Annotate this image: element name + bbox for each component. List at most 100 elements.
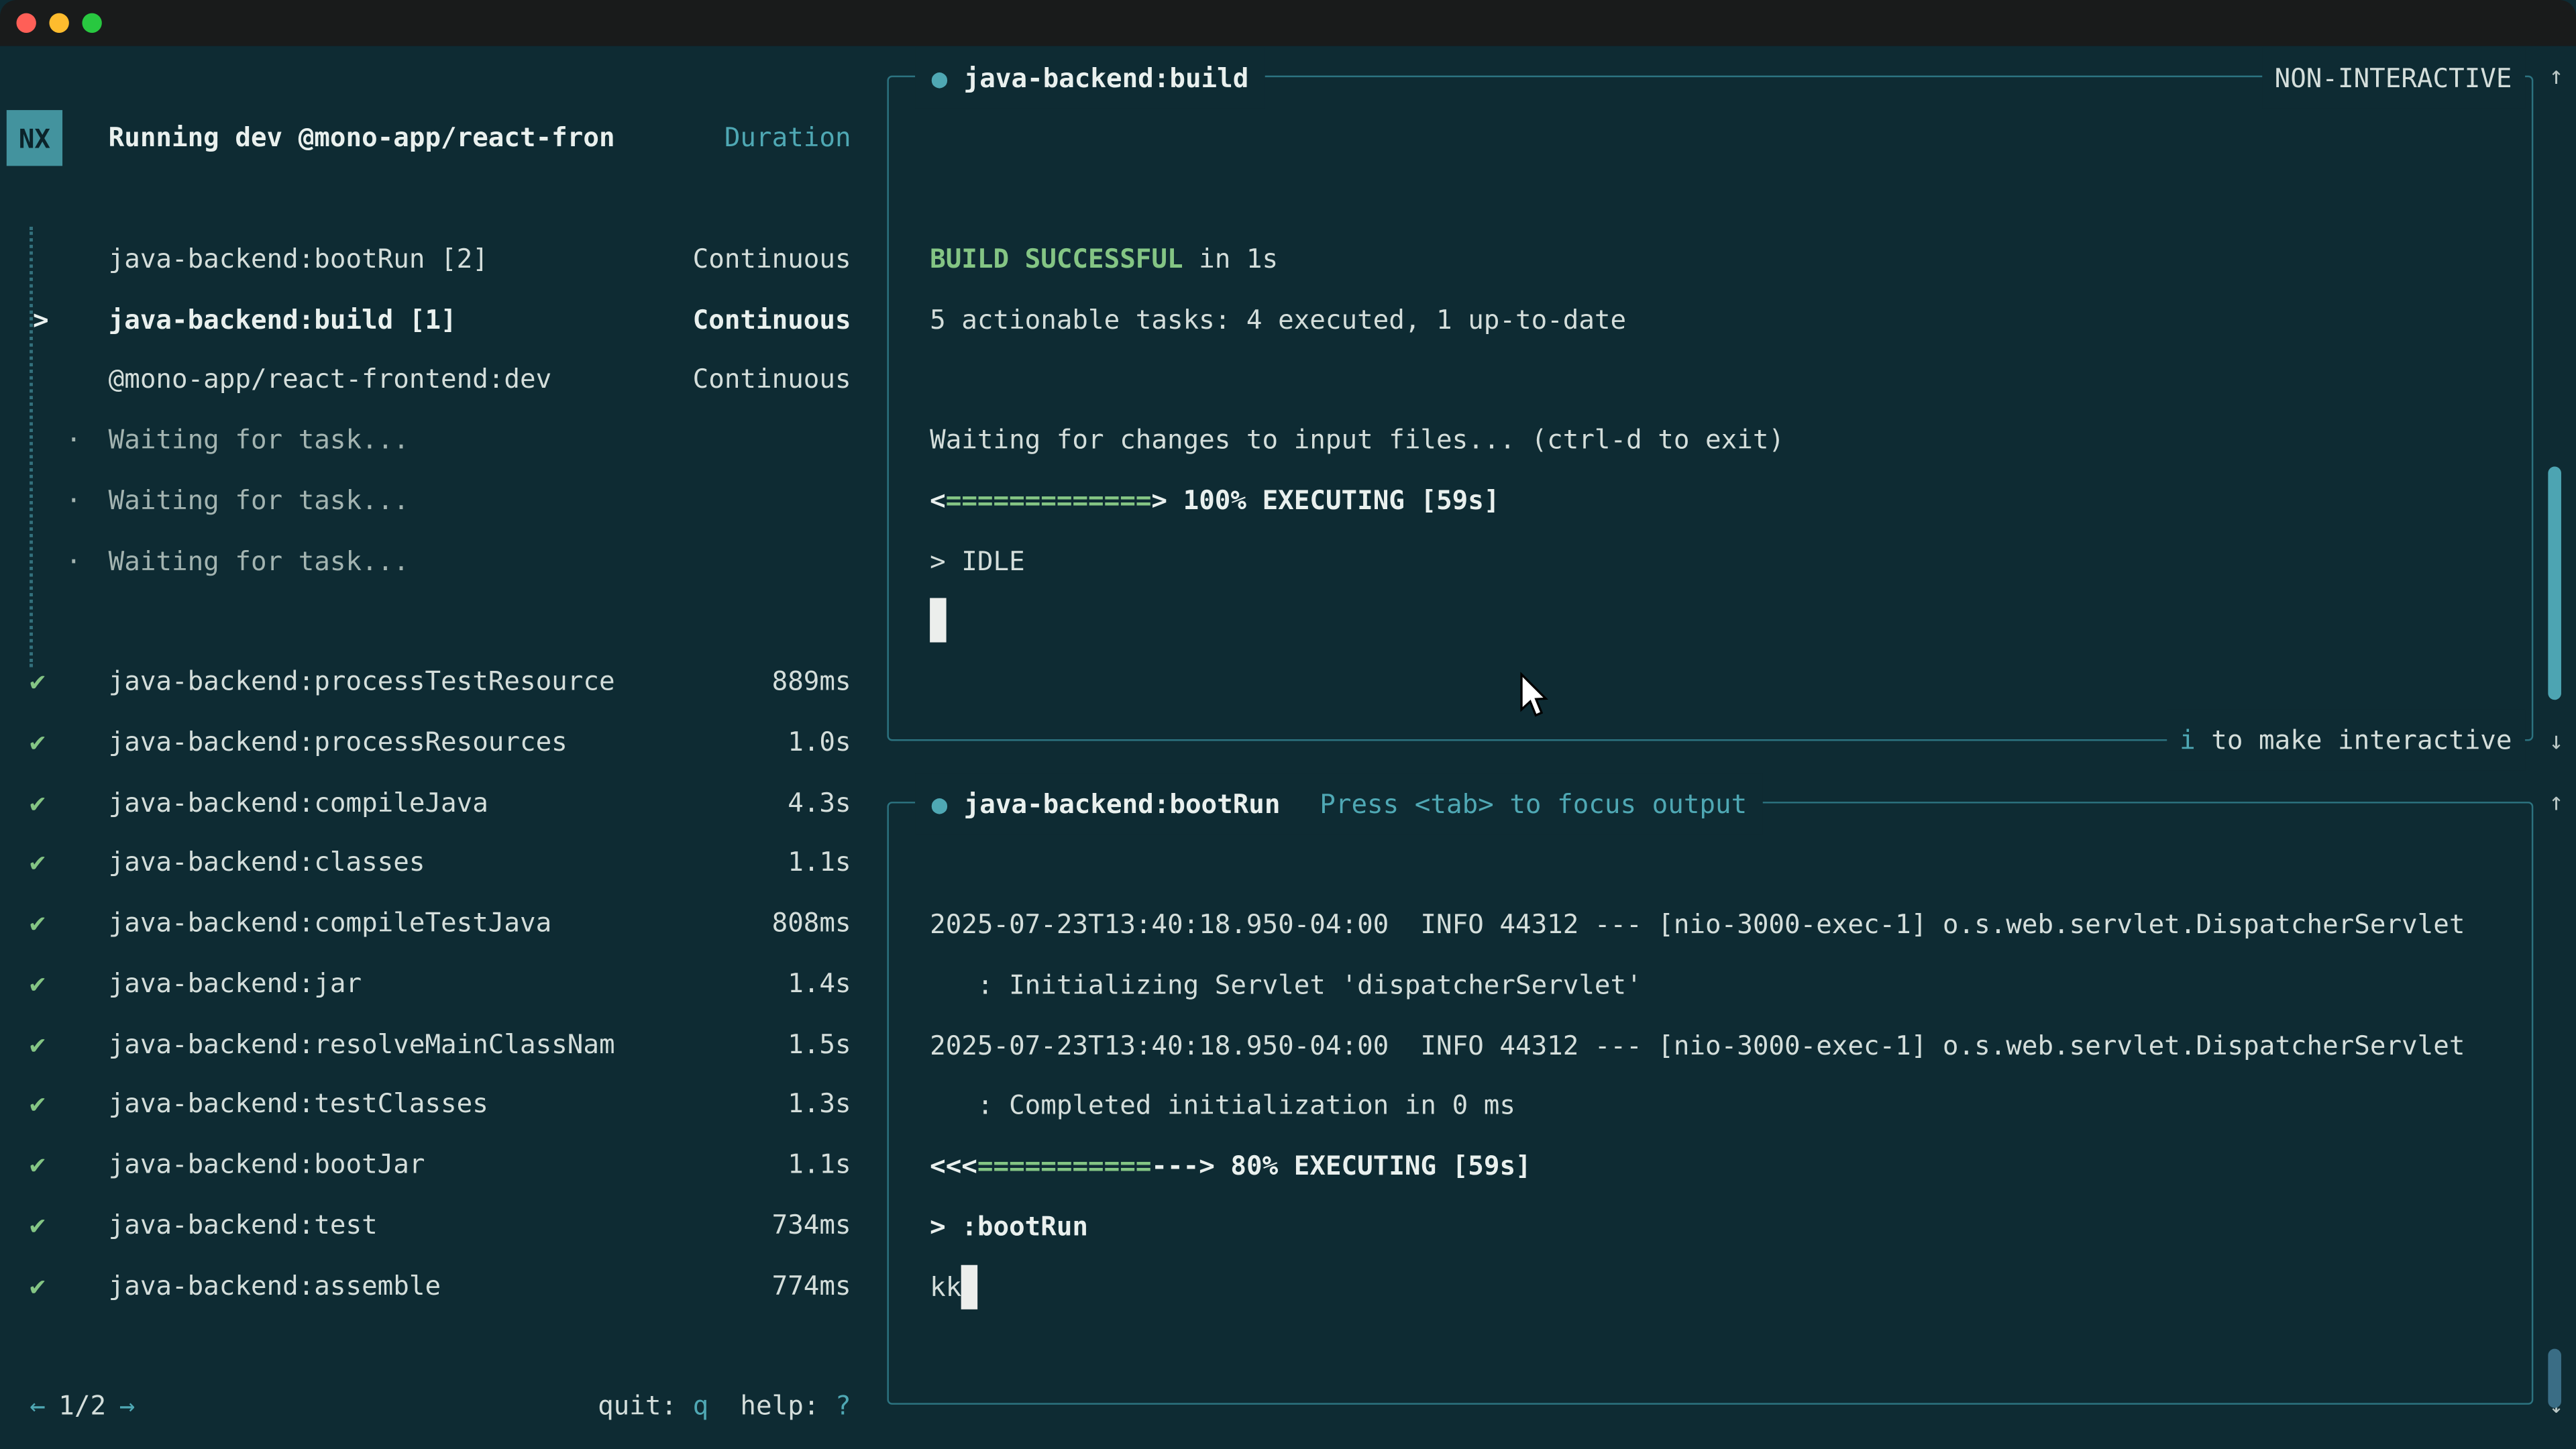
close-button[interactable]: [16, 13, 36, 33]
task-duration: 1.1s: [788, 847, 851, 878]
build-output-panel: ● java-backend:build NON-INTERACTIVE i t…: [887, 76, 2533, 741]
zoom-button[interactable]: [82, 13, 101, 33]
minimize-button[interactable]: [49, 13, 68, 33]
prev-page-arrow-icon[interactable]: ←: [30, 1390, 46, 1421]
scroll-up-icon[interactable]: ↑: [2540, 780, 2573, 823]
task-row-waiting[interactable]: · Waiting for task...: [30, 470, 851, 531]
panel-title-text: java-backend:bootRun: [964, 788, 1281, 819]
task-label: java-backend:bootRun [2]: [109, 243, 488, 274]
gradle-progress-bar: <=============> 100% EXECUTING [59s]: [930, 470, 2491, 530]
cursor-line: [930, 590, 2491, 651]
panel-title-text: java-backend:build: [964, 62, 1249, 93]
task-row-completed[interactable]: ✔ java-backend:testClasses 1.3s: [30, 1074, 851, 1134]
task-row-waiting[interactable]: · Waiting for task...: [30, 531, 851, 591]
check-icon: ✔: [30, 726, 46, 757]
quit-key: q: [693, 1390, 709, 1421]
task-label: java-backend:testClasses: [109, 1088, 488, 1120]
scrollbar-thumb[interactable]: [2548, 467, 2561, 700]
task-row-completed[interactable]: ✔ java-backend:compileJava 4.3s: [30, 772, 851, 833]
log-line: 2025-07-23T13:40:18.950-04:00 INFO 44312…: [930, 894, 2491, 955]
check-icon: ✔: [30, 665, 46, 697]
task-row-completed[interactable]: ✔ java-backend:bootJar 1.1s: [30, 1134, 851, 1195]
task-label: java-backend:classes: [109, 847, 425, 878]
idle-line: > IDLE: [930, 530, 2491, 590]
interactive-hint-key: i: [2180, 724, 2196, 755]
focus-output-hint: Press <tab> to focus output: [1320, 788, 1747, 819]
task-label: Waiting for task...: [109, 545, 409, 576]
task-label: @mono-app/react-frontend:dev: [109, 364, 552, 395]
task-label: java-backend:assemble: [109, 1269, 441, 1301]
next-page-arrow-icon[interactable]: →: [119, 1390, 136, 1421]
task-row-completed[interactable]: ✔ java-backend:resolveMainClassNam 1.5s: [30, 1014, 851, 1074]
input-line[interactable]: kk: [930, 1256, 2491, 1317]
terminal-cursor: [930, 598, 946, 643]
quit-label: quit:: [598, 1390, 693, 1421]
scroll-up-icon[interactable]: ↑: [2540, 54, 2573, 97]
task-label: Waiting for task...: [109, 424, 409, 455]
terminal-window: NX Running dev @mono-app/react-fron Dura…: [0, 0, 2576, 1449]
bootrun-panel-title: ● java-backend:bootRun Press <tab> to fo…: [915, 773, 1764, 834]
task-duration: 1.3s: [788, 1088, 851, 1120]
help-label: help:: [708, 1390, 835, 1421]
task-row-completed[interactable]: ✔ java-backend:compileTestJava 808ms: [30, 893, 851, 953]
task-status: Continuous: [693, 303, 851, 335]
task-duration: 889ms: [772, 665, 851, 697]
task-duration: 734ms: [772, 1209, 851, 1240]
duration-column-header: Duration: [724, 122, 851, 154]
noninteractive-badge: NON-INTERACTIVE: [2261, 47, 2525, 108]
task-label: java-backend:resolveMainClassNam: [109, 1028, 615, 1059]
build-panel-title: ● java-backend:build: [915, 47, 1265, 108]
task-bullet-icon: ●: [932, 62, 948, 93]
task-duration: 1.5s: [788, 1028, 851, 1059]
task-row-completed[interactable]: ✔ java-backend:jar 1.4s: [30, 953, 851, 1014]
window-titlebar: [0, 0, 2576, 46]
interactive-hint-text: to make interactive: [2196, 724, 2512, 755]
check-icon: ✔: [30, 967, 46, 999]
task-row-bootrun[interactable]: java-backend:bootRun [2] Continuous: [30, 229, 851, 289]
check-icon: ✔: [30, 1209, 46, 1240]
task-status: Continuous: [693, 364, 851, 395]
terminal-cursor: [961, 1265, 977, 1309]
task-label: java-backend:compileJava: [109, 786, 488, 818]
progress-fill: ===========: [977, 1150, 1152, 1181]
interactive-hint: i to make interactive: [2166, 709, 2525, 770]
task-status: Continuous: [693, 243, 851, 274]
waiting-bullet-icon: ·: [66, 424, 82, 455]
help-key: ?: [835, 1390, 851, 1421]
task-row-completed[interactable]: ✔ java-backend:test 734ms: [30, 1195, 851, 1255]
task-duration: 1.0s: [788, 726, 851, 757]
task-duration: 774ms: [772, 1269, 851, 1301]
task-list-header: Running dev @mono-app/react-fron Duratio…: [30, 108, 851, 168]
bootrun-task-line: > :bootRun: [930, 1196, 2491, 1256]
bootrun-terminal-output: 2025-07-23T13:40:18.950-04:00 INFO 44312…: [930, 834, 2491, 1317]
task-label: java-backend:test: [109, 1209, 378, 1240]
mouse-cursor-icon: [1518, 672, 1550, 723]
scroll-down-icon[interactable]: ↓: [2540, 720, 2573, 763]
task-duration: 808ms: [772, 907, 851, 938]
pagination: 1/2: [58, 1390, 106, 1421]
check-icon: ✔: [30, 1028, 46, 1059]
progress-fill: =============: [946, 484, 1152, 516]
typed-input: kk: [930, 1271, 961, 1302]
task-row-completed[interactable]: ✔ java-backend:assemble 774ms: [30, 1255, 851, 1316]
task-row-waiting[interactable]: · Waiting for task...: [30, 410, 851, 470]
task-list-panel: NX Running dev @mono-app/react-fron Dura…: [0, 46, 871, 1449]
task-duration: 1.4s: [788, 967, 851, 999]
task-duration: 1.1s: [788, 1148, 851, 1180]
scrollbar-thumb[interactable]: [2548, 1349, 2561, 1408]
check-icon: ✔: [30, 847, 46, 878]
task-label: java-backend:bootJar: [109, 1148, 425, 1180]
task-row-frontend-dev[interactable]: @mono-app/react-frontend:dev Continuous: [30, 350, 851, 410]
task-row-completed[interactable]: ✔ java-backend:processResources 1.0s: [30, 712, 851, 772]
task-row-completed[interactable]: ✔ java-backend:classes 1.1s: [30, 833, 851, 893]
log-line: : Completed initialization in 0 ms: [930, 1075, 2491, 1136]
log-line: 2025-07-23T13:40:18.950-04:00 INFO 44312…: [930, 1015, 2491, 1075]
bootrun-output-panel: ● java-backend:bootRun Press <tab> to fo…: [887, 802, 2533, 1405]
task-list-footer: ← 1/2 → quit: q help: ?: [30, 1376, 851, 1436]
check-icon: ✔: [30, 786, 46, 818]
waiting-bullet-icon: ·: [66, 545, 82, 576]
task-row-build-selected[interactable]: > java-backend:build [1] Continuous: [30, 289, 851, 350]
task-label: java-backend:processResources: [109, 726, 568, 757]
task-row-completed[interactable]: ✔ java-backend:processTestResource 889ms: [30, 651, 851, 712]
build-success-line: BUILD SUCCESSFUL in 1s: [930, 228, 2491, 288]
